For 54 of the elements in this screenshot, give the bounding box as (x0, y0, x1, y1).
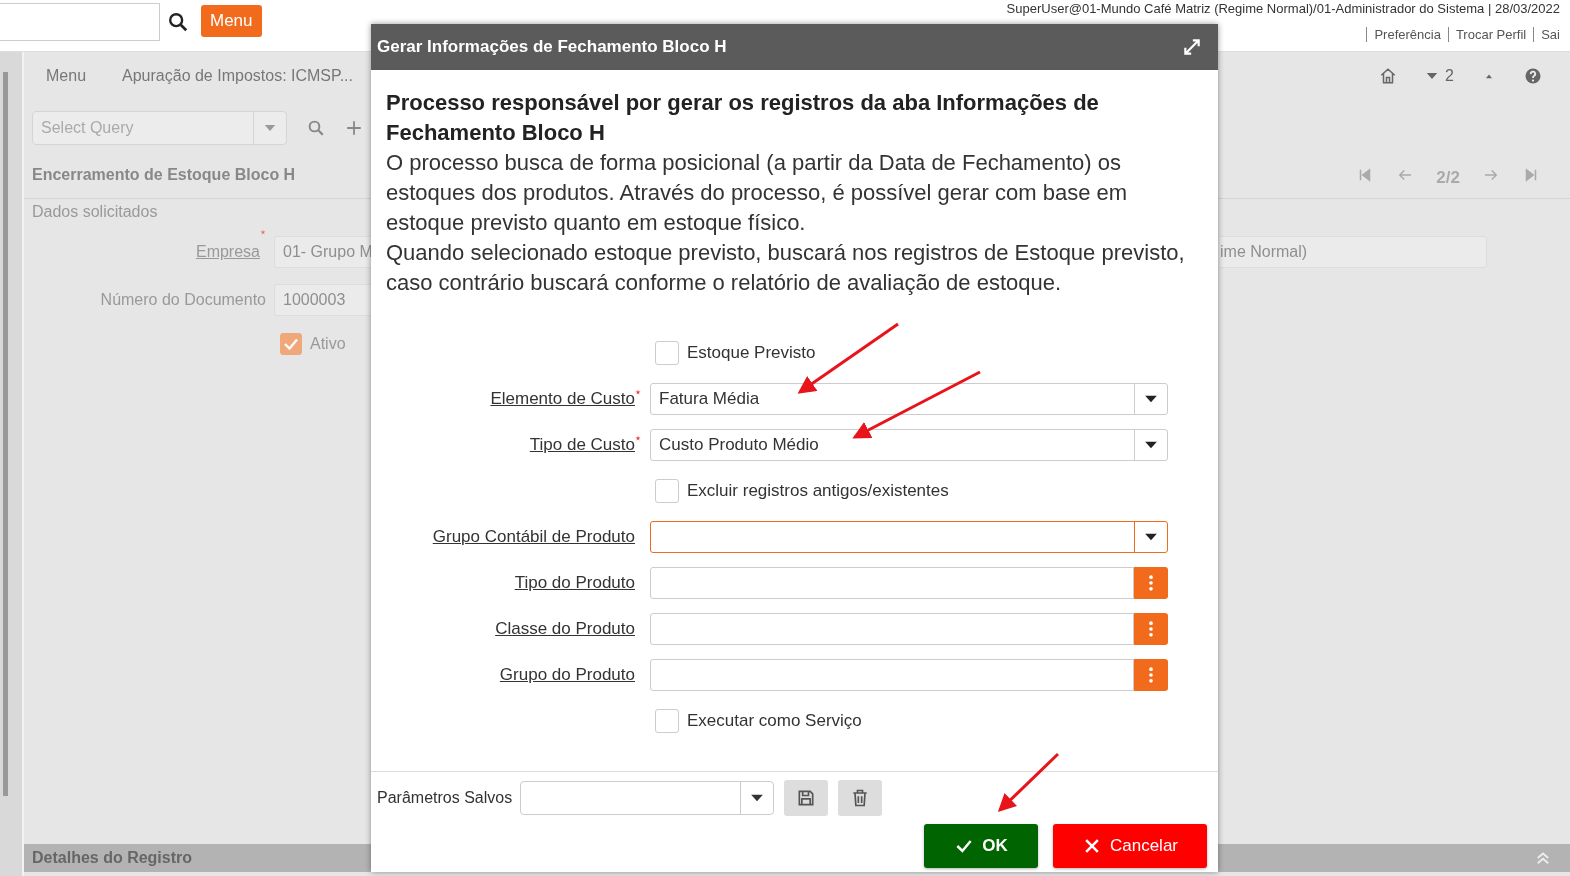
user-info: SuperUser@01-Mundo Café Matriz (Regime Normal)/01-Administrador do Sistema | 28/03/2022 (1006, 1, 1560, 16)
checkbox[interactable] (655, 341, 679, 365)
search-field[interactable] (0, 3, 160, 41)
select-field[interactable] (650, 521, 1168, 553)
record-title: Encerramento de Estoque Bloco H (32, 166, 296, 184)
header-tab[interactable]: Apuração de Impostos: ICMSP... (122, 67, 353, 85)
lookup-button[interactable] (1134, 659, 1168, 691)
field-label[interactable]: Classe do Produto (495, 619, 635, 639)
header-link[interactable]: Preferência (1366, 27, 1448, 42)
search-icon[interactable] (167, 11, 189, 33)
field-label: Parâmetros Salvos (377, 789, 513, 807)
checkbox[interactable] (655, 479, 679, 503)
delete-button[interactable] (838, 780, 883, 816)
input-field[interactable] (650, 567, 1134, 599)
window-count[interactable]: 2 (1445, 67, 1454, 85)
field-label[interactable]: Tipo de Custo (529, 435, 635, 455)
plus-icon[interactable] (345, 119, 363, 137)
select-field[interactable]: Fatura Média (650, 383, 1168, 415)
header-link[interactable]: Sai (1533, 27, 1560, 42)
checkbox-label: Estoque Previsto (687, 343, 816, 363)
field-label[interactable]: Grupo do Produto (499, 665, 635, 685)
home-icon[interactable] (1379, 67, 1398, 85)
field-label[interactable]: Tipo do Produto (514, 573, 635, 593)
lookup-button[interactable] (1134, 567, 1168, 599)
dialog-heading: Processo responsável por gerar os registros da aba Informações de Fechamento Bloco H (386, 89, 1100, 147)
input-field[interactable] (650, 659, 1134, 691)
select-field[interactable]: Custo Produto Médio (650, 429, 1168, 461)
dialog-title: Gerar Informações de Fechamento Bloco H (377, 37, 727, 57)
lookup-button[interactable] (1134, 613, 1168, 645)
field-label[interactable]: Grupo Contábil de Produto (432, 527, 635, 547)
scrollbar[interactable] (3, 72, 8, 796)
field-label[interactable]: Elemento de Custo (490, 389, 635, 409)
checkbox[interactable] (655, 709, 679, 733)
section-title: Dados solicitados (31, 202, 159, 221)
save-button[interactable] (784, 780, 829, 816)
description-paragraph: O processo busca de forma posicional (a partir da Data de Fechamento) os estoques dos produtos. Através do processo, é possível gerar com base em estoque previsto quanto em estoque físico. (386, 149, 1129, 237)
checkbox-label: Executar como Serviço (687, 711, 862, 731)
required-icon[interactable] (635, 389, 641, 395)
required-icon[interactable] (260, 229, 266, 235)
page-position: 2/2 (1436, 168, 1460, 188)
select-field[interactable] (520, 781, 775, 815)
ok-button[interactable]: OK (924, 824, 1038, 868)
annotation-arrow (997, 752, 1060, 813)
checkbox-label: Excluir registros antigos/existentes (687, 481, 949, 501)
expand-icon[interactable] (1182, 37, 1202, 57)
header-link[interactable]: Trocar Perfil (1447, 27, 1534, 42)
required-icon[interactable] (635, 435, 641, 441)
checkbox-label: Ativo (310, 335, 346, 353)
header-tab[interactable]: Menu (46, 67, 87, 85)
description-paragraph: Quando selecionado estoque previsto, buscará nos registros de Estoque previsto, caso contrário buscará conforme o relatório de avaliação de estoque. (386, 239, 1186, 297)
cancel-button[interactable]: Cancelar (1053, 824, 1207, 868)
help-icon[interactable] (1524, 67, 1542, 85)
input-field[interactable] (650, 613, 1134, 645)
field-label: Número do Documento (100, 291, 266, 309)
